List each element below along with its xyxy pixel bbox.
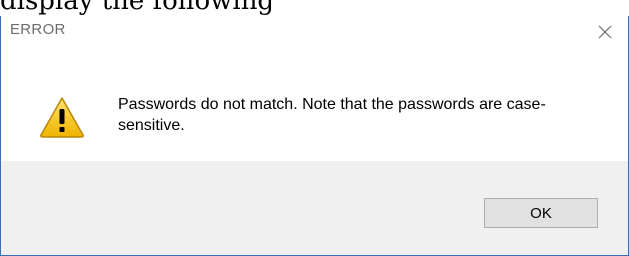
dialog-title: ERROR	[10, 21, 66, 38]
error-dialog: ERROR Passwords do not match. Note that …	[0, 16, 629, 256]
close-button[interactable]	[582, 16, 628, 47]
title-bar: ERROR	[1, 16, 628, 47]
background-caption: display the following	[0, 0, 275, 16]
close-icon	[598, 25, 612, 38]
dialog-content: Passwords do not match. Note that the pa…	[1, 47, 628, 161]
dialog-footer: OK	[1, 161, 628, 255]
ok-button[interactable]: OK	[484, 198, 598, 228]
error-message: Passwords do not match. Note that the pa…	[118, 96, 546, 134]
warning-icon	[40, 97, 84, 138]
background-document-text: display the following	[0, 0, 629, 16]
